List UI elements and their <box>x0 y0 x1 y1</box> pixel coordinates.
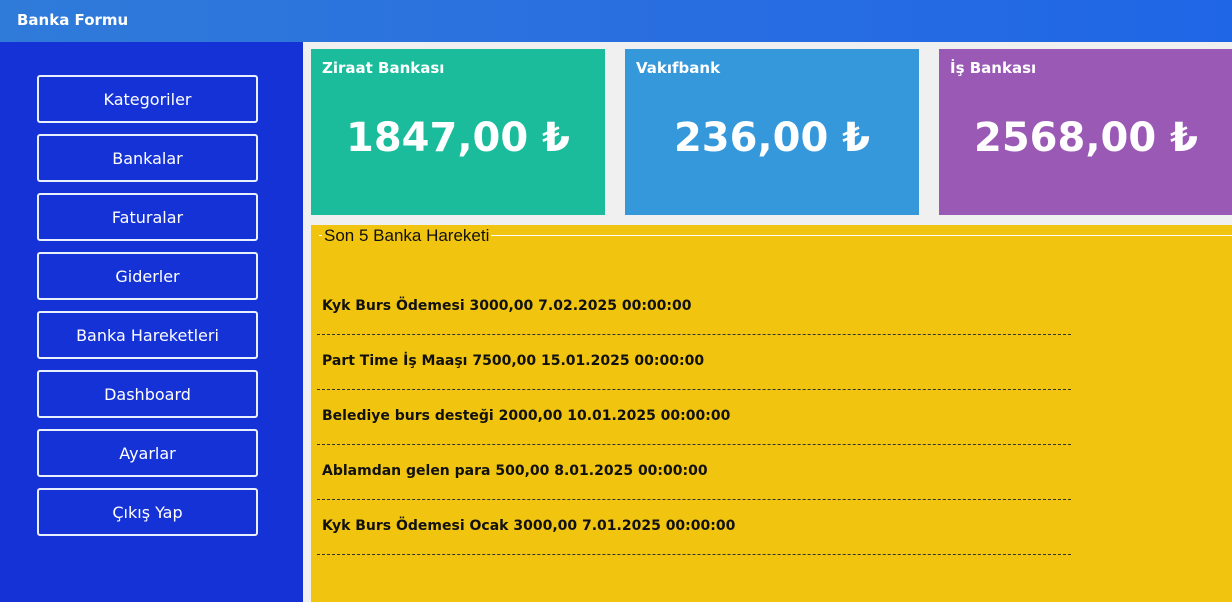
nav-giderler-button[interactable]: Giderler <box>37 252 258 300</box>
title-bar: Banka Formu <box>0 0 1232 42</box>
transaction-separator <box>317 389 1071 390</box>
card-bank-name: Ziraat Bankası <box>322 59 445 77</box>
ziraat-bankasi-card: Ziraat Bankası 1847,00 ₺ <box>311 49 605 215</box>
card-balance: 1847,00 ₺ <box>346 115 570 161</box>
transaction-item: Kyk Burs Ödemesi Ocak 3000,00 7.01.2025 … <box>322 518 736 534</box>
nav-cikis-yap-button[interactable]: Çıkış Yap <box>37 488 258 536</box>
transaction-separator <box>317 554 1071 555</box>
app-title: Banka Formu <box>17 11 129 29</box>
transaction-separator <box>317 334 1071 335</box>
card-balance: 2568,00 ₺ <box>974 115 1198 161</box>
transaction-item: Kyk Burs Ödemesi 3000,00 7.02.2025 00:00… <box>322 298 692 314</box>
nav-faturalar-button[interactable]: Faturalar <box>37 193 258 241</box>
transaction-item: Belediye burs desteği 2000,00 10.01.2025… <box>322 408 731 424</box>
card-bank-name: Vakıfbank <box>636 59 721 77</box>
card-balance: 236,00 ₺ <box>673 115 871 161</box>
card-bank-name: İş Bankası <box>950 59 1037 77</box>
nav-kategoriler-button[interactable]: Kategoriler <box>37 75 258 123</box>
nav-ayarlar-button[interactable]: Ayarlar <box>37 429 258 477</box>
sidebar: Kategoriler Bankalar Faturalar Giderler … <box>0 42 303 602</box>
transaction-separator <box>317 499 1071 500</box>
recent-transactions-title: Son 5 Banka Hareketi <box>322 226 492 246</box>
transaction-separator <box>317 444 1071 445</box>
is-bankasi-card: İş Bankası 2568,00 ₺ <box>939 49 1232 215</box>
nav-dashboard-button[interactable]: Dashboard <box>37 370 258 418</box>
recent-transactions-panel: Son 5 Banka Hareketi Kyk Burs Ödemesi 30… <box>311 225 1232 602</box>
transaction-item: Ablamdan gelen para 500,00 8.01.2025 00:… <box>322 463 708 479</box>
nav-bankalar-button[interactable]: Bankalar <box>37 134 258 182</box>
nav-banka-hareketleri-button[interactable]: Banka Hareketleri <box>37 311 258 359</box>
transaction-item: Part Time İş Maaşı 7500,00 15.01.2025 00… <box>322 353 705 369</box>
vakifbank-card: Vakıfbank 236,00 ₺ <box>625 49 919 215</box>
